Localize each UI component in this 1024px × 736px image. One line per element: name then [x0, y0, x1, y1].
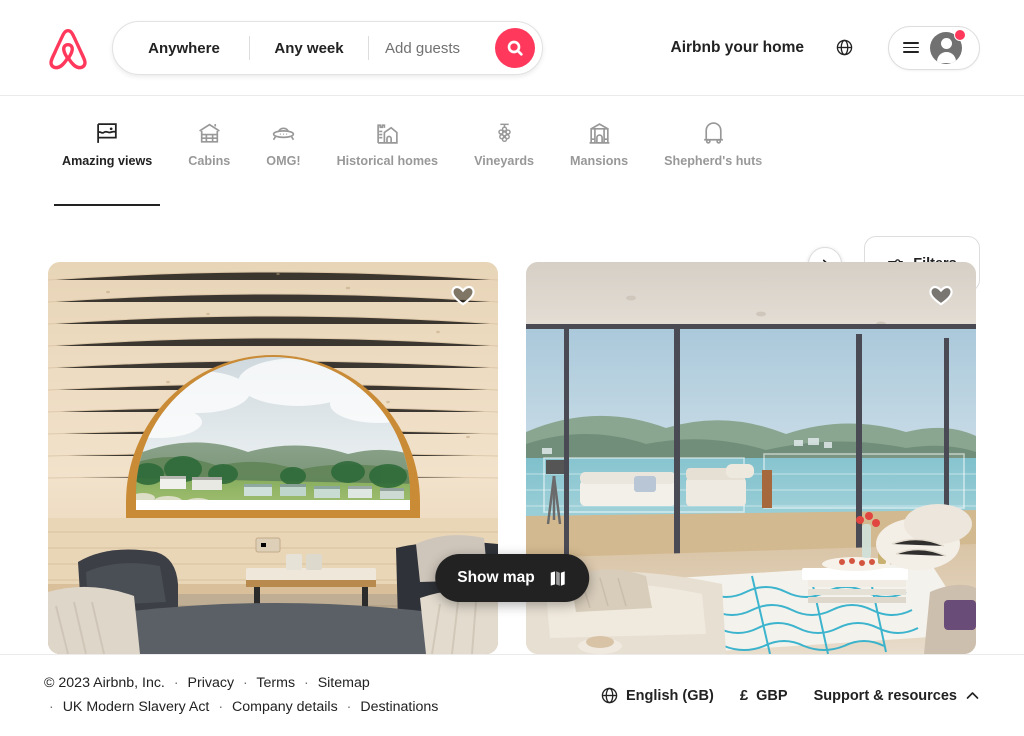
search-guests-field[interactable]: Add guests — [369, 22, 489, 74]
listing-card[interactable] — [526, 262, 976, 654]
footer-line-1: © 2023 Airbnb, Inc. · Privacy · Terms · … — [44, 672, 438, 695]
cabin-icon — [197, 120, 222, 146]
category-item-historical-homes[interactable]: Historical homes — [319, 120, 456, 206]
footer-link-uk-modern-slavery-act[interactable]: UK Modern Slavery Act — [63, 699, 210, 715]
map-icon — [550, 570, 565, 586]
airbnb-logo[interactable] — [46, 26, 90, 72]
support-label: Support & resources — [813, 687, 957, 704]
favourite-button[interactable] — [450, 282, 476, 308]
globe-icon — [601, 687, 618, 704]
category-label: Amazing views — [62, 154, 153, 168]
category-label: Mansions — [570, 154, 629, 168]
category-label: Shepherd's huts — [664, 154, 763, 168]
footer-links: © 2023 Airbnb, Inc. · Privacy · Terms · … — [44, 672, 438, 719]
currency-code: GBP — [756, 687, 788, 704]
hut-icon — [701, 120, 726, 146]
show-map-label: Show map — [457, 569, 535, 586]
amazing-views-icon — [95, 120, 120, 146]
search-where-label: Anywhere — [148, 39, 220, 57]
footer-link-terms[interactable]: Terms — [256, 675, 295, 691]
language-label: English (GB) — [626, 687, 714, 704]
category-label: Historical homes — [336, 154, 439, 168]
language-globe-button[interactable] — [824, 28, 864, 68]
category-label: Vineyards — [474, 154, 535, 168]
category-item-omg[interactable]: OMG! — [248, 120, 318, 206]
footer-link-privacy[interactable]: Privacy — [188, 675, 235, 691]
footer-link-sitemap[interactable]: Sitemap — [318, 675, 370, 691]
listing-photo — [48, 262, 498, 654]
separator: · — [304, 675, 309, 692]
grapes-icon — [492, 120, 517, 146]
hamburger-menu-icon — [903, 41, 919, 54]
category-scroller[interactable]: Amazing views Cabins OMG! Historical hom… — [44, 120, 844, 212]
active-category-underline — [54, 204, 161, 206]
separator: · — [173, 675, 179, 692]
user-menu-button[interactable] — [888, 25, 980, 70]
copyright: © 2023 Airbnb, Inc. — [44, 675, 165, 692]
support-resources-button[interactable]: Support & resources — [814, 688, 980, 704]
currency-selector[interactable]: £ GBP — [740, 687, 788, 704]
category-item-vineyards[interactable]: Vineyards — [456, 120, 552, 206]
category-nav-bar: Amazing views Cabins OMG! Historical hom… — [0, 96, 1024, 292]
site-header: Anywhere Any week Add guests Airbnb your… — [0, 0, 1024, 96]
heart-icon — [451, 285, 475, 306]
castle-icon — [375, 120, 400, 146]
category-item-amazing-views[interactable]: Amazing views — [44, 120, 170, 206]
search-icon — [507, 40, 523, 56]
favourite-button[interactable] — [928, 282, 954, 308]
search-button[interactable] — [495, 28, 535, 68]
footer-controls: English (GB) £ GBP Support & resources — [601, 687, 980, 704]
host-link-label: Airbnb your home — [670, 38, 804, 56]
avatar — [930, 28, 966, 64]
category-label: Cabins — [188, 154, 231, 168]
separator: · — [49, 698, 54, 715]
search-when-field[interactable]: Any week — [250, 22, 368, 74]
heart-icon — [929, 285, 953, 306]
separator: · — [243, 675, 248, 692]
show-map-button[interactable]: Show map — [435, 554, 589, 602]
search-where-field[interactable]: Anywhere — [113, 22, 249, 74]
footer-link-company-details[interactable]: Company details — [232, 699, 338, 715]
footer-link-destinations[interactable]: Destinations — [360, 699, 438, 715]
airbnb-search-page: Anywhere Any week Add guests Airbnb your… — [0, 0, 1024, 736]
listing-card[interactable] — [48, 262, 498, 654]
site-footer: © 2023 Airbnb, Inc. · Privacy · Terms · … — [0, 654, 1024, 736]
globe-icon — [836, 39, 852, 56]
search-bar[interactable]: Anywhere Any week Add guests — [112, 21, 543, 75]
listing-photo — [526, 262, 976, 654]
airbnb-your-home-link[interactable]: Airbnb your home — [657, 27, 818, 69]
search-guests-placeholder: Add guests — [385, 39, 461, 57]
mansion-icon — [587, 120, 612, 146]
category-item-shepherds-huts[interactable]: Shepherd's huts — [646, 120, 780, 206]
separator: · — [218, 698, 224, 715]
currency-symbol: £ — [739, 687, 749, 704]
ufo-icon — [271, 120, 296, 146]
notification-dot — [954, 28, 966, 41]
language-selector[interactable]: English (GB) — [601, 687, 714, 704]
separator: · — [346, 698, 352, 715]
footer-line-2: · UK Modern Slavery Act · Company detail… — [44, 696, 438, 719]
category-item-mansions[interactable]: Mansions — [552, 120, 646, 206]
category-label: OMG! — [266, 154, 301, 168]
chevron-up-icon — [966, 692, 979, 699]
category-item-cabins[interactable]: Cabins — [170, 120, 248, 206]
search-when-label: Any week — [274, 39, 344, 57]
